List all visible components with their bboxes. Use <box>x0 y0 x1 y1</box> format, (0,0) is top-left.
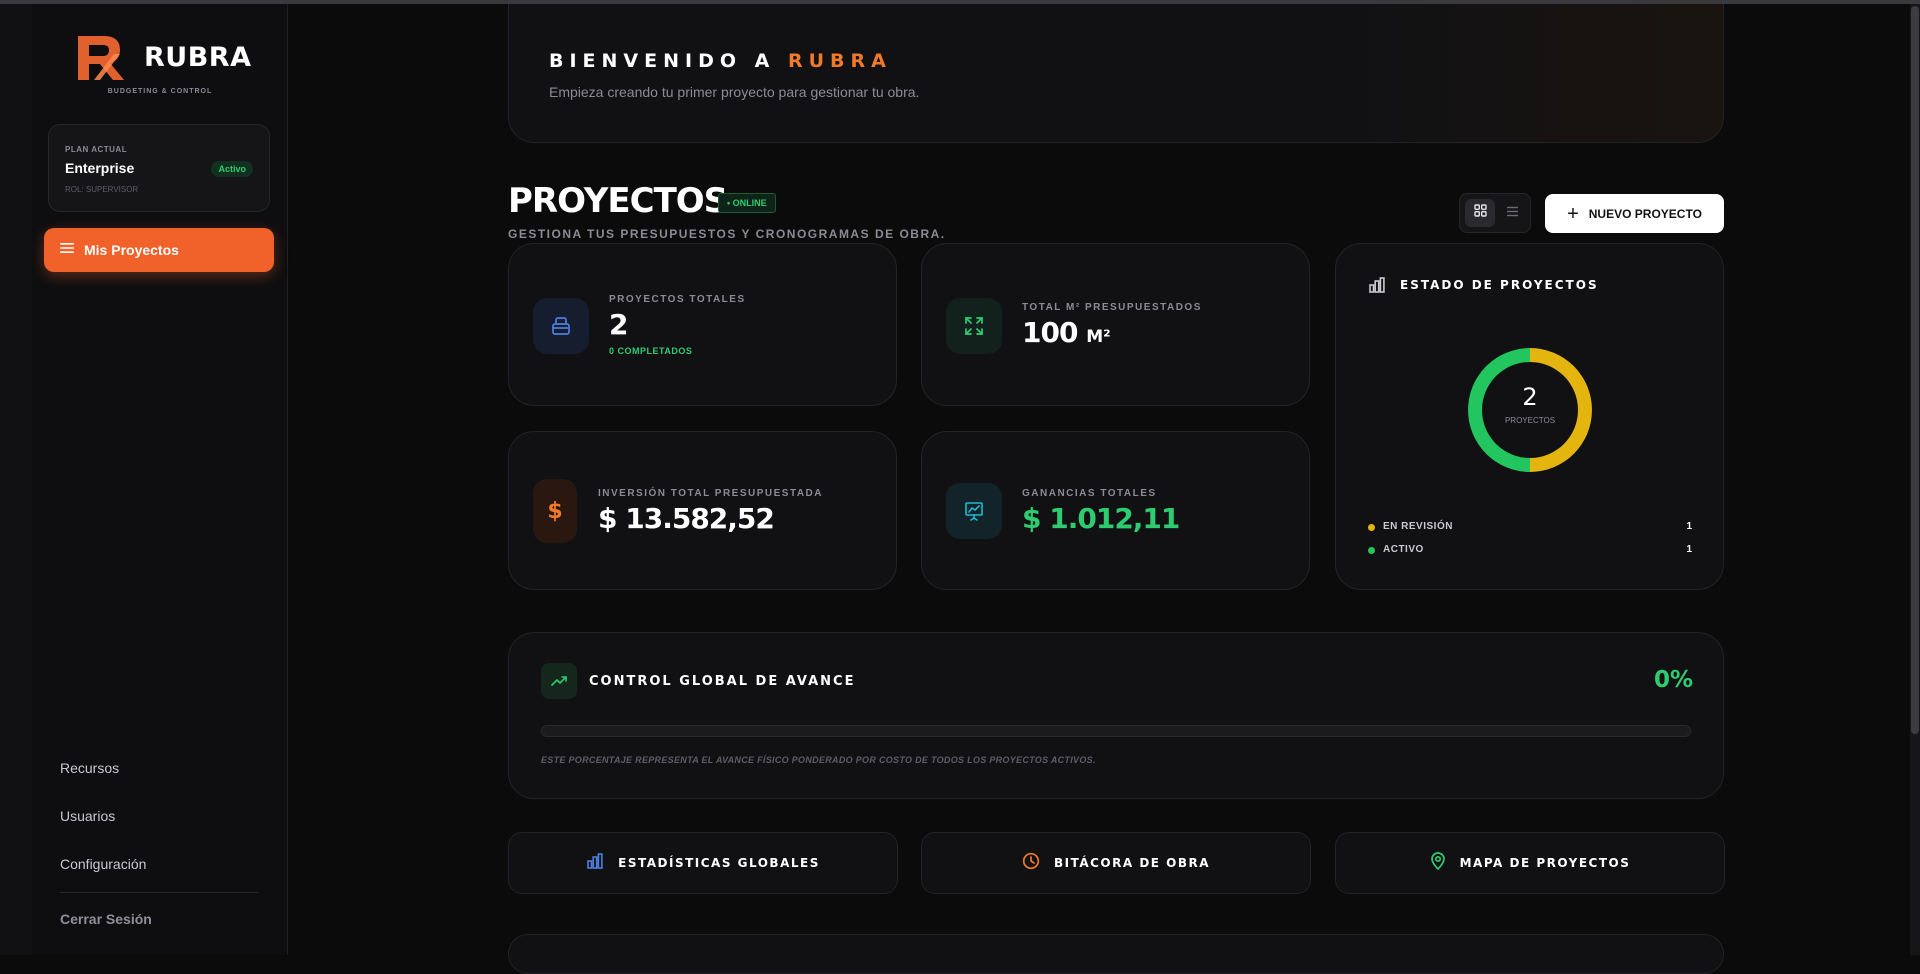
stat-label: TOTAL M² PRESUPUESTADOS <box>1022 302 1202 313</box>
welcome-subtitle: Empieza creando tu primer proyecto para … <box>549 84 920 100</box>
stat-card-total-projects: PROYECTOS TOTALES 2 0 COMPLETADOS <box>508 243 897 406</box>
stat-card-investment: $ INVERSIÓN TOTAL PRESUPUESTADA $ 13.582… <box>508 431 897 590</box>
stat-note: 0 COMPLETADOS <box>609 346 693 356</box>
legend-dot <box>1368 547 1375 554</box>
quick-link-label: ESTADÍSTICAS GLOBALES <box>618 856 820 870</box>
new-project-button[interactable]: + NUEVO PROYECTO <box>1545 194 1724 233</box>
legend-count: 1 <box>1686 521 1692 532</box>
stat-value: $ 13.582,52 <box>598 502 775 535</box>
plan-name: Enterprise <box>65 160 135 176</box>
grid-view-button[interactable] <box>1465 199 1495 227</box>
bar-chart-icon <box>586 852 604 875</box>
bitacora-button[interactable]: BITÁCORA DE OBRA <box>921 832 1311 894</box>
grid-icon <box>1473 204 1487 222</box>
control-note: ESTE PORCENTAJE REPRESENTA EL AVANCE FÍS… <box>541 755 1096 765</box>
legend-dot <box>1368 524 1375 531</box>
sidebar-link-usuarios[interactable]: Usuarios <box>60 808 115 824</box>
stat-card-earnings: GANANCIAS TOTALES $ 1.012,11 <box>921 431 1310 590</box>
stat-label: PROYECTOS TOTALES <box>609 294 746 305</box>
plan-label: PLAN ACTUAL <box>65 145 128 154</box>
dollar-icon: $ <box>533 479 577 543</box>
sidebar-link-configuracion[interactable]: Configuración <box>60 856 146 872</box>
quick-link-label: BITÁCORA DE OBRA <box>1053 856 1211 870</box>
plan-card: PLAN ACTUAL Enterprise Activo ROL: SUPER… <box>48 124 270 212</box>
legend-label: EN REVISIÓN <box>1383 521 1453 532</box>
list-view-button[interactable] <box>1497 199 1527 227</box>
legend-item-en-revision: EN REVISIÓN 1 <box>1368 521 1692 535</box>
control-percent: 0% <box>1653 667 1693 693</box>
rubra-logo-icon <box>74 32 134 82</box>
expand-icon <box>946 298 1002 354</box>
control-card: CONTROL GLOBAL DE AVANCE 0% ESTE PORCENT… <box>508 632 1724 799</box>
control-progress-bar <box>541 725 1691 737</box>
presentation-chart-icon <box>946 483 1002 539</box>
sidebar-divider <box>60 892 258 893</box>
legend-count: 1 <box>1686 544 1692 555</box>
plan-role: ROL: SUPERVISOR <box>65 185 139 194</box>
stat-value-unit: M² <box>1086 327 1111 347</box>
brand[interactable]: RUBRA <box>74 32 251 82</box>
bar-chart-icon <box>1368 276 1386 299</box>
plus-icon: + <box>1567 202 1579 225</box>
scrollbar-thumb[interactable] <box>1911 6 1919 734</box>
map-pin-icon <box>1430 851 1446 875</box>
sidebar-item-mis-proyectos[interactable]: Mis Proyectos <box>44 228 274 272</box>
estado-card: ESTADO DE PROYECTOS 2 PROYECTOS EN REVIS… <box>1335 243 1724 590</box>
mapa-proyectos-button[interactable]: MAPA DE PROYECTOS <box>1335 832 1725 894</box>
box-icon <box>533 298 589 354</box>
estado-title: ESTADO DE PROYECTOS <box>1400 278 1599 292</box>
welcome-card: BIENVENIDO A RUBRA Empieza creando tu pr… <box>508 4 1724 143</box>
page-title: PROYECTOS <box>508 181 728 221</box>
left-gutter <box>0 4 32 955</box>
sidebar-link-recursos[interactable]: Recursos <box>60 760 119 776</box>
legend-label: ACTIVO <box>1383 544 1424 555</box>
stat-label: GANANCIAS TOTALES <box>1022 488 1157 499</box>
donut-center-label: PROYECTOS <box>1504 416 1556 425</box>
sidebar: RUBRA BUDGETING & CONTROL PLAN ACTUAL En… <box>32 4 288 955</box>
new-project-label: NUEVO PROYECTO <box>1588 206 1702 221</box>
brand-tagline: BUDGETING & CONTROL <box>107 88 213 95</box>
trending-up-icon <box>541 663 577 699</box>
clock-icon <box>1022 852 1040 875</box>
plan-status-badge: Activo <box>211 161 253 177</box>
stat-value: $ 1.012,11 <box>1022 502 1180 535</box>
stat-card-total-m2: TOTAL M² PRESUPUESTADOS 100 M² <box>921 243 1310 406</box>
estadisticas-globales-button[interactable]: ESTADÍSTICAS GLOBALES <box>508 832 898 894</box>
quick-link-label: MAPA DE PROYECTOS <box>1459 856 1631 870</box>
stat-value: 100 M² <box>1022 316 1111 349</box>
logout-button[interactable]: Cerrar Sesión <box>60 911 152 927</box>
welcome-title-brand: RUBRA <box>787 50 892 72</box>
view-toggle <box>1459 193 1531 233</box>
online-status-badge: • ONLINE <box>718 193 776 213</box>
sidebar-item-label: Mis Proyectos <box>84 242 179 258</box>
control-title: CONTROL GLOBAL DE AVANCE <box>589 674 856 689</box>
stat-label: INVERSIÓN TOTAL PRESUPUESTADA <box>598 488 824 499</box>
welcome-title-prefix: BIENVENIDO A <box>549 50 776 72</box>
page-subtitle: GESTIONA TUS PRESUPUESTOS Y CRONOGRAMAS … <box>508 227 946 241</box>
hamburger-icon <box>60 241 74 259</box>
brand-name: RUBRA <box>144 41 252 73</box>
donut-center-value: 2 <box>1522 383 1538 411</box>
next-section-card <box>508 934 1724 974</box>
stat-value-number: 100 <box>1022 316 1078 349</box>
legend-item-activo: ACTIVO 1 <box>1368 544 1692 558</box>
list-icon <box>1506 204 1519 222</box>
stat-value: 2 <box>609 308 629 341</box>
welcome-title: BIENVENIDO A RUBRA <box>549 50 892 72</box>
